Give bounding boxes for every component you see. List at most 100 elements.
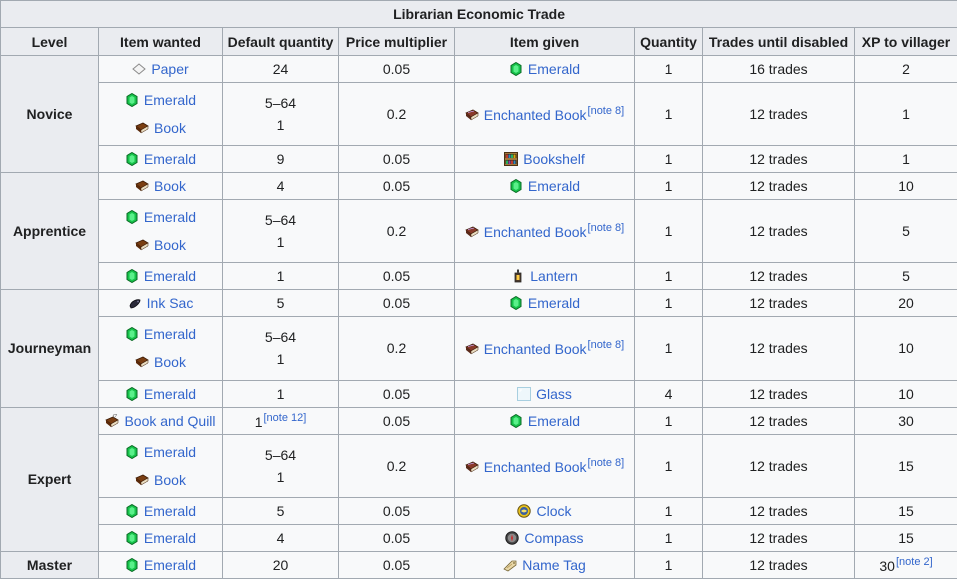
- quantity-cell: 1: [634, 145, 703, 174]
- item-link[interactable]: Book: [154, 354, 186, 370]
- default-quantity-cell: 5: [222, 496, 339, 525]
- item-given-cell: Glass: [454, 379, 635, 408]
- default-quantity-cell: 5–64 1: [222, 433, 339, 498]
- table-row: Emerald 1 0.05 Glass 4 12 trades 10: [1, 379, 957, 408]
- item-wanted-cell: Emerald Book: [98, 82, 223, 147]
- price-multiplier-cell: 0.05: [338, 523, 455, 552]
- quantity-cell: 1: [634, 172, 703, 201]
- xp-cell: 30: [853, 406, 957, 435]
- footnote-link[interactable]: [note 8]: [588, 457, 625, 469]
- emerald-icon: [125, 210, 139, 224]
- librarian-trade-table: Librarian Economic Trade Level Item want…: [0, 0, 957, 579]
- item-link[interactable]: Book: [154, 120, 186, 136]
- item-link[interactable]: Emerald: [144, 503, 196, 519]
- item-link[interactable]: Emerald: [144, 151, 196, 167]
- book-icon: [135, 179, 149, 193]
- item-link[interactable]: Emerald: [144, 557, 196, 573]
- footnote-link[interactable]: [note 2]: [896, 556, 933, 568]
- emerald-icon: [125, 152, 139, 166]
- xp-cell: 15: [853, 523, 957, 552]
- quantity-cell: 1: [634, 523, 703, 552]
- trades-cell: 12 trades: [702, 262, 855, 291]
- enchanted-book-icon: [465, 225, 479, 239]
- default-quantity-cell: 4: [222, 523, 339, 552]
- item-link[interactable]: Enchanted Book: [484, 341, 587, 357]
- item-given-cell: Bookshelf: [454, 145, 635, 174]
- quantity-cell: 1: [634, 406, 703, 435]
- level-journeyman: Journeyman: [0, 289, 99, 408]
- price-multiplier-cell: 0.05: [338, 262, 455, 291]
- item-link[interactable]: Book: [154, 178, 186, 194]
- item-link[interactable]: Emerald: [528, 61, 580, 77]
- quantity-value: 1: [276, 234, 285, 251]
- footnote-link[interactable]: [note 8]: [588, 105, 625, 117]
- trades-cell: 12 trades: [702, 523, 855, 552]
- item-given-cell: Compass: [454, 523, 635, 552]
- book-icon: [135, 238, 149, 252]
- level-master: Master: [0, 550, 99, 579]
- header-default-quantity: Default quantity: [222, 27, 339, 57]
- item-link[interactable]: Enchanted Book: [484, 224, 587, 240]
- price-multiplier-cell: 0.05: [338, 379, 455, 408]
- item-link[interactable]: Emerald: [528, 413, 580, 429]
- item-given-cell: Emerald: [454, 172, 635, 201]
- item-link[interactable]: Emerald: [528, 295, 580, 311]
- default-quantity-cell: 1[note 12]: [222, 406, 339, 435]
- table-row: Expert Book and Quill 1[note 12] 0.05 Em…: [0, 406, 957, 552]
- item-given-cell: Enchanted Book[note 8]: [454, 199, 635, 264]
- emerald-icon: [125, 327, 139, 341]
- item-link[interactable]: Enchanted Book: [484, 459, 587, 475]
- quantity-cell: 1: [634, 496, 703, 525]
- item-link[interactable]: Enchanted Book: [484, 107, 587, 123]
- xp-value: 30: [879, 557, 895, 574]
- item-wanted-cell: Book: [98, 172, 223, 201]
- default-quantity-cell: 5–64 1: [222, 82, 339, 147]
- item-link[interactable]: Emerald: [144, 92, 196, 108]
- item-link[interactable]: Emerald: [144, 444, 196, 460]
- item-link[interactable]: Book: [154, 472, 186, 488]
- item-link[interactable]: Emerald: [528, 178, 580, 194]
- item-link[interactable]: Emerald: [144, 268, 196, 284]
- price-multiplier-cell: 0.2: [338, 82, 455, 147]
- footnote-link[interactable]: [note 8]: [588, 339, 625, 351]
- quantity-range: 5–64: [264, 329, 297, 346]
- quantity-value: 1: [276, 117, 285, 134]
- price-multiplier-cell: 0.05: [338, 55, 455, 84]
- footnote-link[interactable]: [note 8]: [588, 222, 625, 234]
- book-icon: [135, 121, 149, 135]
- quantity-range: 5–64: [264, 212, 297, 229]
- item-link[interactable]: Lantern: [530, 268, 577, 284]
- item-link[interactable]: Emerald: [144, 386, 196, 402]
- item-given-cell: Enchanted Book[note 8]: [454, 82, 635, 147]
- item-link[interactable]: Book and Quill: [124, 413, 215, 429]
- price-multiplier-cell: 0.2: [338, 433, 455, 498]
- item-link[interactable]: Compass: [524, 530, 583, 546]
- item-link[interactable]: Glass: [536, 386, 572, 402]
- item-link[interactable]: Emerald: [144, 530, 196, 546]
- table-row: Emerald 9 0.05 Bookshelf 1 12 trades 1: [1, 145, 957, 174]
- xp-cell: 15: [853, 496, 957, 525]
- item-link[interactable]: Emerald: [144, 326, 196, 342]
- item-link[interactable]: Bookshelf: [523, 151, 584, 167]
- item-link[interactable]: Clock: [536, 503, 571, 519]
- table-row: Master Emerald 20 0.05 Name Tag 1 12 tra…: [0, 550, 957, 579]
- item-link[interactable]: Emerald: [144, 209, 196, 225]
- trades-cell: 12 trades: [702, 496, 855, 525]
- item-link[interactable]: Name Tag: [522, 557, 586, 573]
- quantity-cell: 1: [634, 316, 703, 381]
- item-link[interactable]: Ink Sac: [147, 295, 194, 311]
- quantity-value: 1: [276, 468, 285, 485]
- quantity-value: 1: [276, 351, 285, 368]
- item-link[interactable]: Paper: [151, 61, 188, 77]
- xp-cell: 1: [853, 145, 957, 174]
- level-apprentice: Apprentice: [0, 172, 99, 291]
- quantity-value: 1: [254, 413, 263, 430]
- compass-icon: [505, 531, 519, 545]
- item-link[interactable]: Book: [154, 237, 186, 253]
- default-quantity-cell: 5: [222, 289, 339, 318]
- default-quantity-cell: 1: [222, 379, 339, 408]
- price-multiplier-cell: 0.2: [338, 316, 455, 381]
- footnote-link[interactable]: [note 12]: [263, 412, 306, 424]
- trades-cell: 12 trades: [702, 316, 855, 381]
- level-expert: Expert: [0, 406, 99, 552]
